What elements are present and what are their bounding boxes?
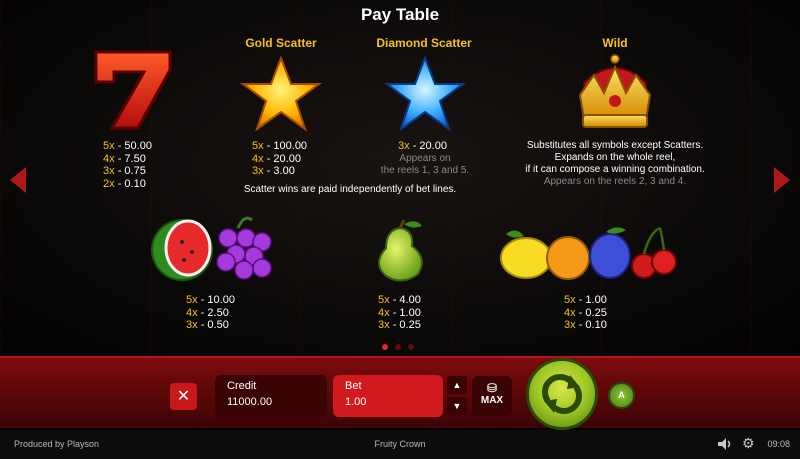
lemon-orange-plum-cherry-icon	[500, 226, 677, 280]
diamond-scatter-pays: 3x - 20.00	[398, 140, 447, 153]
pear-pays: 5x - 4.00 4x - 1.00 3x - 0.25	[378, 294, 421, 332]
bet-label: Bet	[345, 380, 362, 392]
page-dot[interactable]	[382, 344, 388, 350]
wild-heading: Wild	[602, 36, 628, 50]
scatter-note: Scatter wins are paid independently of b…	[243, 184, 457, 195]
melon-grapes-pays: 5x - 10.00 4x - 2.50 3x - 0.50	[186, 294, 235, 332]
paytable-stage: Pay Table 5x - 50.00 4x - 7.50 3x - 0.75…	[0, 0, 800, 356]
bet-increase-button[interactable]: ▲	[447, 376, 467, 394]
next-page-arrow-icon[interactable]	[774, 167, 790, 193]
max-bet-button[interactable]: ⛁ MAX	[472, 376, 512, 416]
gold-star-icon	[239, 55, 323, 132]
pay-row: 4x - 1.00	[378, 306, 421, 319]
clock: 09:08	[767, 439, 790, 449]
note-line: Appears on the reels 2, 3 and 4.	[543, 176, 687, 187]
pay-row: 3x - 20.00	[398, 140, 447, 152]
pay-row: 5x - 10.00	[186, 294, 235, 306]
pay-row: 3x - 0.75	[103, 165, 146, 177]
bet-display: Bet 1.00	[333, 375, 443, 417]
max-bet-label: MAX	[480, 395, 504, 406]
page-indicator	[382, 344, 414, 350]
sound-icon[interactable]	[717, 437, 733, 451]
pay-row: 3x - 0.25	[378, 319, 421, 331]
crown-icon	[578, 54, 652, 128]
note-line: Substitutes all symbols except Scatters.	[526, 140, 704, 151]
credit-display: Credit 11000.00	[215, 375, 327, 417]
pay-row: 5x - 1.00	[564, 294, 607, 306]
page-dot[interactable]	[395, 344, 401, 350]
bet-value: 1.00	[345, 396, 367, 408]
game-name: Fruity Crown	[374, 439, 426, 449]
pay-row: 3x - 3.00	[252, 165, 295, 177]
control-panel: ✕ Credit 11000.00 Bet 1.00 ▲ ▼ ⛁ MAX A	[0, 356, 800, 430]
pay-row: 3x - 0.10	[564, 319, 607, 331]
note-line: Expands on the whole reel,	[554, 152, 676, 163]
wild-description: Substitutes all symbols except Scatters.…	[500, 140, 730, 188]
footer-bar: Produced by Playson Fruity Crown ⚙ 09:08	[0, 430, 800, 459]
pay-row: 3x - 0.50	[186, 319, 229, 331]
pay-row: 2x - 0.10	[103, 177, 146, 190]
bet-decrease-button[interactable]: ▼	[447, 397, 467, 415]
close-paytable-button[interactable]: ✕	[170, 383, 197, 410]
blue-star-icon	[383, 55, 467, 132]
pay-row: 4x - 0.25	[564, 306, 607, 319]
pay-row: 4x - 7.50	[103, 152, 146, 165]
autoplay-button[interactable]: A	[608, 382, 635, 409]
coins-icon: ⛁	[486, 381, 498, 395]
pay-row: 5x - 50.00	[103, 140, 152, 152]
gold-scatter-pays: 5x - 100.00 4x - 20.00 3x - 3.00	[252, 140, 307, 178]
diamond-scatter-note: Appears on the reels 1, 3 and 5.	[365, 153, 485, 177]
pay-row: 4x - 2.50	[186, 306, 229, 319]
page-title: Pay Table	[360, 5, 440, 24]
lemon-group-pays: 5x - 1.00 4x - 0.25 3x - 0.10	[564, 294, 607, 332]
pay-row: 5x - 4.00	[378, 294, 421, 306]
diamond-scatter-heading: Diamond Scatter	[376, 36, 472, 50]
spin-arrows-icon	[542, 374, 582, 414]
pear-icon	[378, 219, 423, 282]
note-line: if it can compose a winning combination.	[525, 164, 705, 175]
page-dot[interactable]	[408, 344, 414, 350]
pay-row: 4x - 20.00	[252, 152, 301, 165]
watermelon-grapes-icon	[151, 216, 272, 281]
provider-label: Produced by Playson	[14, 439, 100, 449]
note-line: the reels 1, 3 and 5.	[380, 165, 470, 176]
credit-label: Credit	[227, 380, 257, 392]
prev-page-arrow-icon[interactable]	[10, 167, 26, 193]
seven-symbol-icon	[94, 50, 172, 130]
spin-button[interactable]	[526, 358, 598, 430]
credit-value: 11000.00	[227, 396, 273, 408]
settings-gear-icon[interactable]: ⚙	[742, 436, 755, 450]
note-line: Appears on	[399, 153, 451, 164]
pay-row: 5x - 100.00	[252, 140, 308, 152]
seven-pays: 5x - 50.00 4x - 7.50 3x - 0.75 2x - 0.10	[103, 140, 152, 190]
gold-scatter-heading: Gold Scatter	[245, 36, 317, 50]
